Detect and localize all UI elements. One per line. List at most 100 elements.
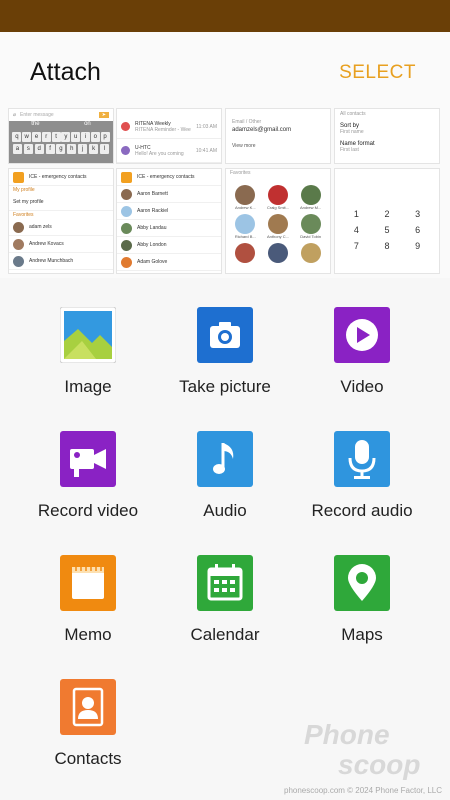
key: o [90, 132, 100, 142]
thumbnail-dialer[interactable]: 1 2 3 4 5 6 7 8 9 [334, 168, 440, 274]
avatar [13, 221, 24, 233]
record-video-option[interactable]: Record video [13, 431, 163, 555]
ice-banner: ICE - emergency contacts [29, 174, 87, 180]
key: p [100, 132, 110, 142]
option-label: Audio [203, 501, 247, 520]
favorite-contact: Richard B... [230, 214, 261, 239]
dial-key: 1 [353, 209, 359, 219]
thumbnail-contacts-list[interactable]: ICE - emergency contacts Aaron Barnett A… [116, 168, 222, 274]
option-label: Maps [341, 625, 383, 644]
dial-key: 9 [415, 241, 421, 251]
take-picture-option[interactable]: Take picture [150, 307, 300, 431]
thumbnail-messages[interactable]: ⌀ Enter message ➤ the on qwertyuiop asdf… [8, 108, 114, 164]
contact-name: Aaron Barnett [137, 191, 168, 197]
avatar [300, 185, 321, 205]
key: h [67, 144, 77, 154]
contact-icon [60, 679, 116, 735]
favorite-contact: Anthony C... [263, 214, 294, 239]
avatar [267, 185, 288, 205]
dial-key: 3 [415, 209, 421, 219]
avatar [235, 243, 256, 263]
contact-name: Andrew Munchbach [29, 258, 74, 264]
thumbnail-ice-contacts[interactable]: ICE - emergency contacts My profile Set … [8, 168, 114, 274]
option-label: Record audio [311, 501, 413, 520]
send-icon: ➤ [98, 112, 109, 118]
favorite-name: Craig Smit... [266, 205, 289, 210]
key: d [34, 144, 44, 154]
favorite-contact [295, 243, 326, 263]
calendar-option[interactable]: Calendar [150, 555, 300, 679]
suggestion: on [84, 121, 91, 127]
sort-by-value: First name [340, 129, 364, 135]
dial-key: 2 [384, 209, 390, 219]
calendar-icon [197, 555, 253, 611]
contact-row: adam zels [9, 219, 113, 236]
view-more-link: View more [232, 143, 256, 149]
avatar [235, 185, 256, 205]
audio-option[interactable]: Audio [150, 431, 300, 555]
message-placeholder: Enter message [20, 112, 54, 118]
key: u [71, 132, 81, 142]
message-time: 11:03 AM [196, 123, 217, 130]
page-title: Attach [30, 58, 101, 86]
option-label: Video [340, 377, 384, 396]
favorite-contact: Andrew K... [230, 185, 261, 210]
ice-icon [13, 171, 24, 183]
option-label: Record video [37, 501, 139, 520]
thumbnail-email[interactable]: Email / Other adamzels@gmail.com View mo… [225, 108, 331, 164]
image-option[interactable]: Image [13, 307, 163, 431]
contact-name: Abby London [137, 242, 167, 248]
key: r [41, 132, 51, 142]
favorite-contact: Craig Smit... [263, 185, 294, 210]
favorite-name: Andrew K... [234, 205, 256, 210]
key: e [31, 132, 41, 142]
suggestion: the [31, 121, 40, 127]
thumbnail-inbox[interactable]: RITENA Weekly RITENA Reminder - Week of … [116, 108, 222, 164]
avatar [121, 256, 132, 268]
camera-icon [197, 307, 253, 363]
profile-header: My profile [13, 187, 35, 193]
select-button[interactable]: SELECT [339, 62, 416, 84]
key: i [80, 132, 90, 142]
contact-row: Adam Golove [117, 254, 221, 271]
thumbnail-sort[interactable]: All contacts Sort by First name Name for… [334, 108, 440, 164]
keyboard: the on qwertyuiop asdfghjkl [9, 121, 113, 163]
email-label: Email / Other [232, 119, 262, 125]
inbox-item: U-HTC Hello! Are you coming 10:41 AM [117, 139, 221, 163]
avatar [121, 188, 132, 200]
sort-title: All contacts [340, 111, 366, 117]
contact-row: Abby Landau [117, 220, 221, 237]
memo-option[interactable]: Memo [13, 555, 163, 679]
header: Attach SELECT [0, 32, 450, 108]
favorite-contact: Andrew M... [295, 185, 326, 210]
message-preview: RITENA Reminder - Week of Jan 15 [135, 126, 191, 133]
dial-key: 6 [415, 225, 421, 235]
ice-banner: ICE - emergency contacts [137, 174, 195, 180]
favorite-name: Richard B... [234, 234, 256, 239]
video-option[interactable]: Video [287, 307, 437, 431]
key: y [61, 132, 71, 142]
option-label: Contacts [54, 749, 122, 768]
contacts-option[interactable]: Contacts [13, 679, 163, 800]
microphone-icon [334, 431, 390, 487]
image-icon [60, 307, 116, 363]
avatar [267, 243, 288, 263]
thumbnail-favorites[interactable]: Favorites Andrew K... Craig Smit... Andr… [225, 168, 331, 274]
contact-row: Adam Gey [117, 271, 221, 273]
key: l [99, 144, 109, 154]
recent-thumbnails: ⌀ Enter message ➤ the on qwertyuiop asdf… [0, 108, 450, 278]
contact-name: Andrew Kovacs [29, 241, 64, 247]
avatar [121, 205, 132, 217]
maps-option[interactable]: Maps [287, 555, 437, 679]
key: f [45, 144, 55, 154]
map-pin-icon [334, 555, 390, 611]
favorite-contact: David Tobin [295, 214, 326, 239]
avatar [13, 238, 24, 250]
attach-icon: ⌀ [13, 112, 17, 118]
name-format-value: First last [340, 147, 359, 153]
avatar [235, 214, 256, 234]
contact-row: Andrew Kovacs [9, 236, 113, 253]
key: g [56, 144, 66, 154]
record-audio-option[interactable]: Record audio [287, 431, 437, 555]
contact-name: Adam Golove [137, 259, 168, 265]
